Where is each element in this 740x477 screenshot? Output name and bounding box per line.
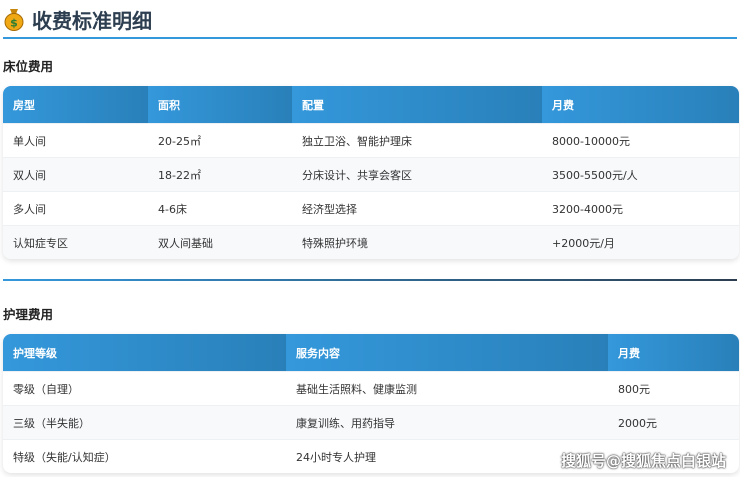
- page-title: 收费标准明细: [32, 8, 152, 33]
- header-cell: 配置: [292, 86, 542, 123]
- section-title-care: 护理费用: [3, 307, 54, 322]
- header-cell: 月费: [542, 86, 739, 123]
- table-row: 认知症专区 双人间基础 特殊照护环境 +2000元/月: [3, 225, 739, 259]
- money-bag-icon: $: [4, 9, 24, 31]
- table-row: 零级（自理） 基础生活照料、健康监测 800元: [3, 371, 739, 405]
- table-cell: 零级（自理）: [13, 382, 79, 396]
- page-header: $ 收费标准明细: [4, 4, 152, 34]
- table-header: 护理等级 服务内容 月费: [3, 334, 739, 371]
- divider: [3, 37, 737, 39]
- table-cell: 8000-10000元: [552, 134, 630, 148]
- table-cell: 独立卫浴、智能护理床: [302, 134, 412, 148]
- table-cell: 特级（失能/认知症）: [13, 450, 116, 464]
- table-cell: 特殊照护环境: [302, 236, 368, 250]
- table-row: 多人间 4-6床 经济型选择 3200-4000元: [3, 191, 739, 225]
- divider: [3, 279, 737, 281]
- table-cell: 800元: [618, 382, 650, 396]
- table-cell: 分床设计、共享会客区: [302, 168, 412, 182]
- table-cell: 康复训练、用药指导: [296, 416, 395, 430]
- table-cell: 4-6床: [158, 202, 187, 216]
- table-row: 单人间 20-25㎡ 独立卫浴、智能护理床 8000-10000元: [3, 123, 739, 157]
- table-cell: 3500-5500元/人: [552, 168, 638, 182]
- table-cell: 2000元: [618, 416, 657, 430]
- watermark: 搜狐号@搜狐焦点白银站: [560, 452, 726, 470]
- bed-fee-table: 房型 面积 配置 月费单人间 20-25㎡ 独立卫浴、智能护理床 8000-10000元双人…: [3, 86, 739, 259]
- table-cell: 24小时专人护理: [296, 450, 376, 464]
- table-cell: 三级（半失能）: [13, 416, 90, 430]
- table-row: 双人间 18-22㎡ 分床设计、共享会客区 3500-5500元/人: [3, 157, 739, 191]
- header-cell: 面积: [148, 86, 292, 123]
- table-cell: 基础生活照料、健康监测: [296, 382, 417, 396]
- table-cell: 3200-4000元: [552, 202, 623, 216]
- header-cell: 服务内容: [286, 334, 608, 371]
- table-cell: +2000元/月: [552, 236, 615, 250]
- table-cell: 多人间: [13, 202, 46, 216]
- section-title-bed: 床位费用: [3, 59, 54, 74]
- table-cell: 双人间基础: [158, 236, 213, 250]
- header-cell: 月费: [608, 334, 739, 371]
- table-row: 三级（半失能） 康复训练、用药指导 2000元: [3, 405, 739, 439]
- table-cell: 18-22㎡: [158, 168, 201, 182]
- table-cell: 20-25㎡: [158, 134, 201, 148]
- header-cell: 房型: [3, 86, 148, 123]
- table-header: 房型 面积 配置 月费: [3, 86, 739, 123]
- svg-text:$: $: [10, 17, 18, 30]
- table-cell: 认知症专区: [13, 236, 68, 250]
- table-cell: 单人间: [13, 134, 46, 148]
- table-cell: 双人间: [13, 168, 46, 182]
- table-cell: 经济型选择: [302, 202, 357, 216]
- header-cell: 护理等级: [3, 334, 286, 371]
